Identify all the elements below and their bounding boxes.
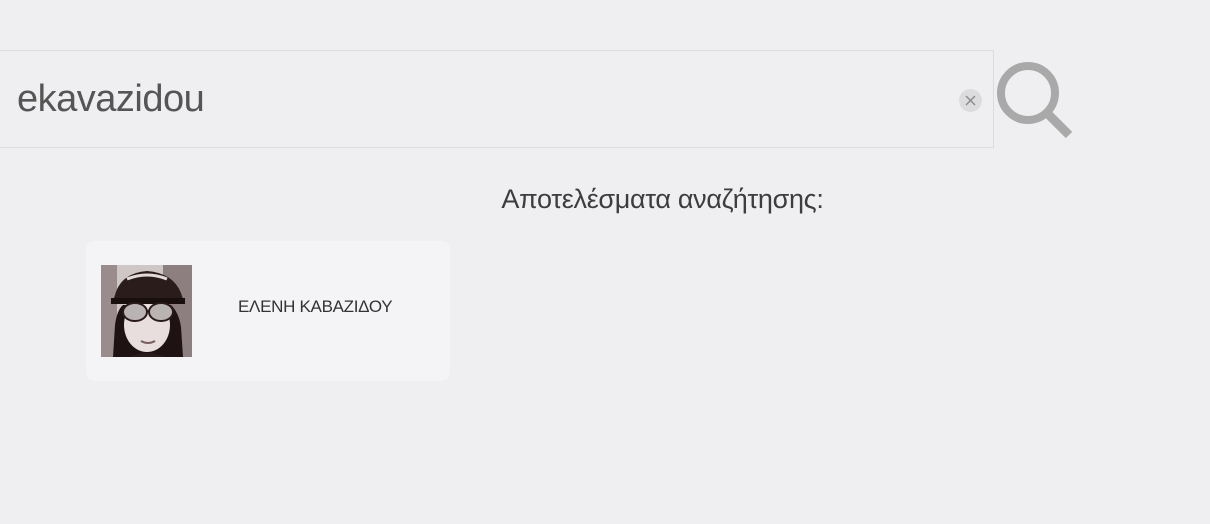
search-input[interactable] bbox=[17, 51, 937, 147]
result-name[interactable]: ΕΛΕΝΗ ΚΑΒΑΖΙΔΟΥ bbox=[238, 297, 393, 317]
results-heading: Αποτελέσματα αναζήτησης: bbox=[501, 184, 824, 214]
result-card[interactable]: ΕΛΕΝΗ ΚΑΒΑΖΙΔΟΥ bbox=[86, 241, 450, 381]
search-box bbox=[0, 50, 994, 148]
close-icon bbox=[965, 95, 976, 106]
avatar-photo bbox=[101, 265, 192, 357]
search-button[interactable] bbox=[995, 60, 1075, 142]
search-page: Αποτελέσματα αναζήτησης: ΕΛΕΝΗ ΚΑΒΑΖΙΔΟΥ bbox=[0, 0, 1210, 524]
clear-search-button[interactable] bbox=[959, 89, 982, 112]
user-avatar bbox=[101, 265, 192, 357]
search-icon bbox=[997, 62, 1073, 139]
